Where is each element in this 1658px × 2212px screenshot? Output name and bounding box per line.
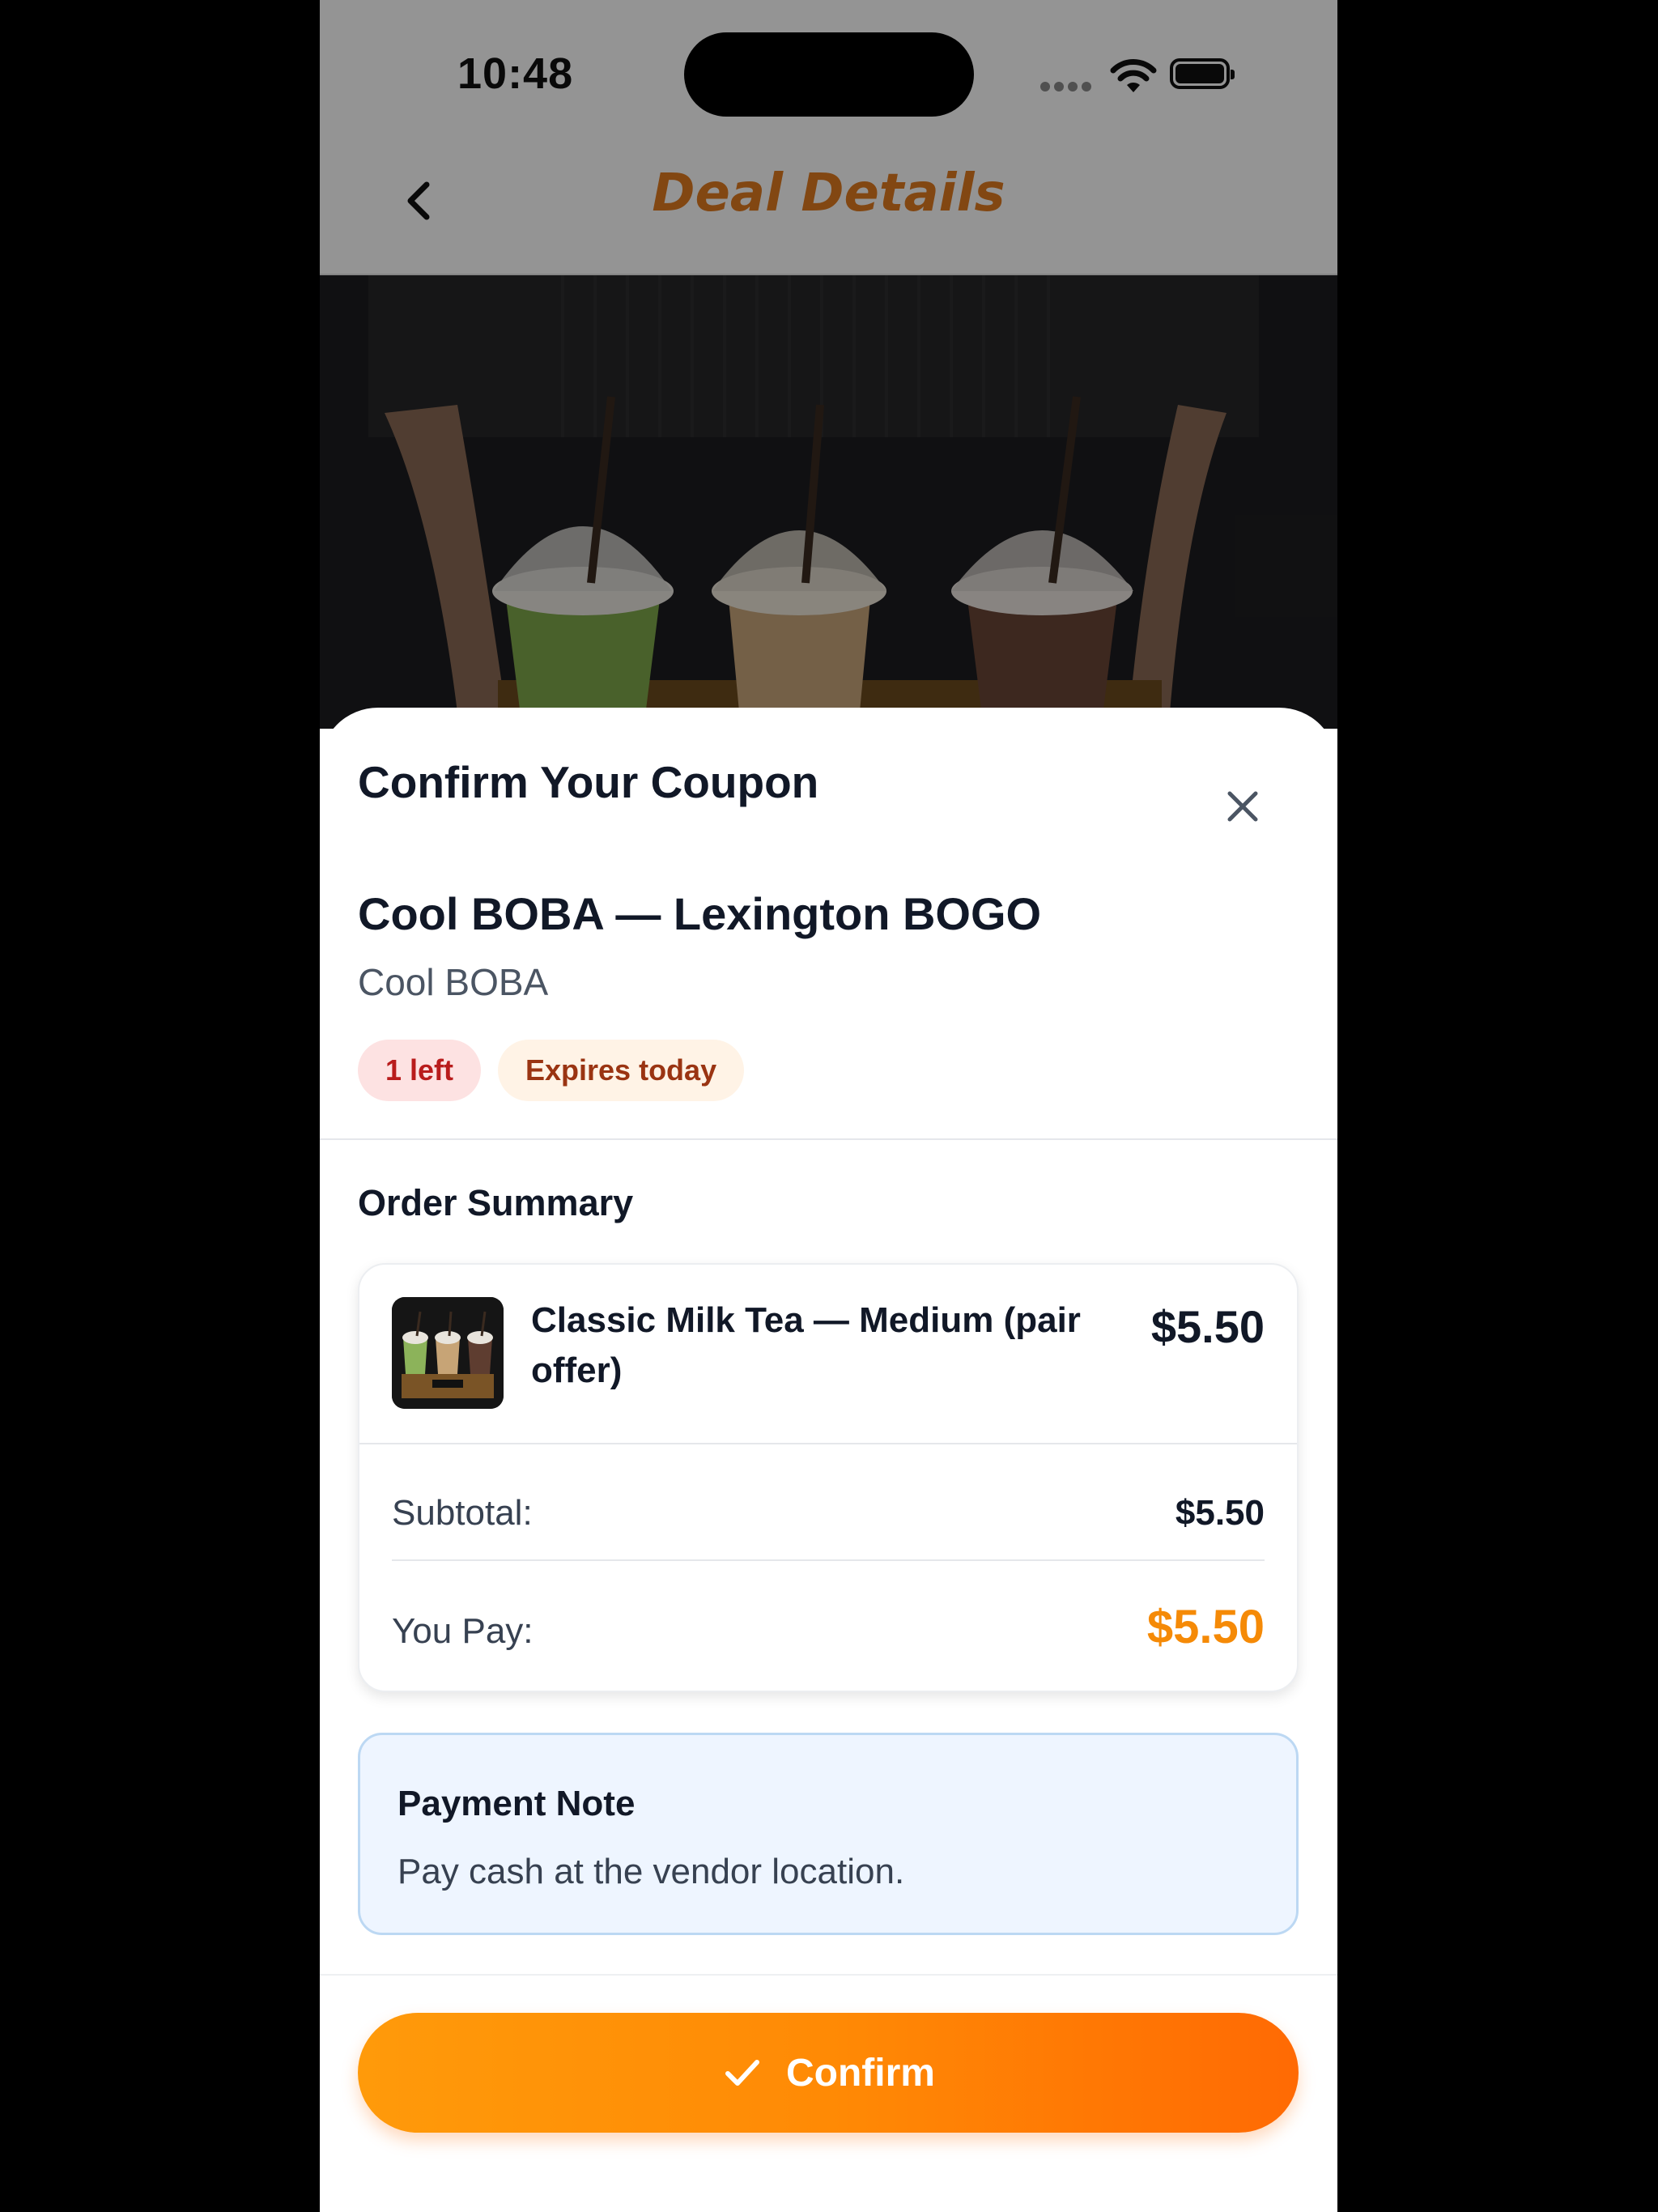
divider <box>359 1443 1297 1444</box>
close-icon[interactable] <box>1218 782 1267 831</box>
you-pay-value: $5.50 <box>1146 1601 1265 1653</box>
divider <box>392 1559 1265 1561</box>
confirm-button-label: Confirm <box>786 2051 935 2095</box>
deal-title: Cool BOBA — Lexington BOGO <box>358 888 1042 939</box>
modal-backdrop[interactable] <box>320 0 1337 729</box>
item-price: $5.50 <box>1150 1301 1265 1352</box>
quantity-left-badge: 1 left <box>358 1040 482 1101</box>
expiry-badge: Expires today <box>498 1040 745 1101</box>
subtotal-value: $5.50 <box>1175 1493 1265 1533</box>
payment-note-text: Pay cash at the vendor location. <box>397 1852 905 1891</box>
you-pay-label: You Pay: <box>392 1611 534 1651</box>
checkmark-icon <box>725 2060 759 2086</box>
order-summary-card: Classic Milk Tea — Medium (pair offer) $… <box>358 1263 1299 1692</box>
subtotal-label: Subtotal: <box>392 1493 533 1533</box>
confirm-coupon-sheet: Confirm Your Coupon Cool BOBA — Lexingto… <box>320 708 1337 2212</box>
confirm-button[interactable]: Confirm <box>358 2013 1299 2133</box>
order-summary-title: Order Summary <box>358 1182 634 1223</box>
sheet-title: Confirm Your Coupon <box>358 757 819 807</box>
payment-note-title: Payment Note <box>397 1784 636 1823</box>
payment-note: Payment Note Pay cash at the vendor loca… <box>358 1733 1299 1935</box>
divider <box>320 1138 1337 1140</box>
item-thumbnail <box>392 1297 504 1409</box>
phone-screen: 10:48 Deal Details Confirm Your Coupon C… <box>320 0 1337 2212</box>
vendor-name: Cool BOBA <box>358 961 549 1003</box>
divider <box>320 1974 1337 1976</box>
item-name: Classic Milk Tea — Medium (pair offer) <box>531 1300 1081 1390</box>
